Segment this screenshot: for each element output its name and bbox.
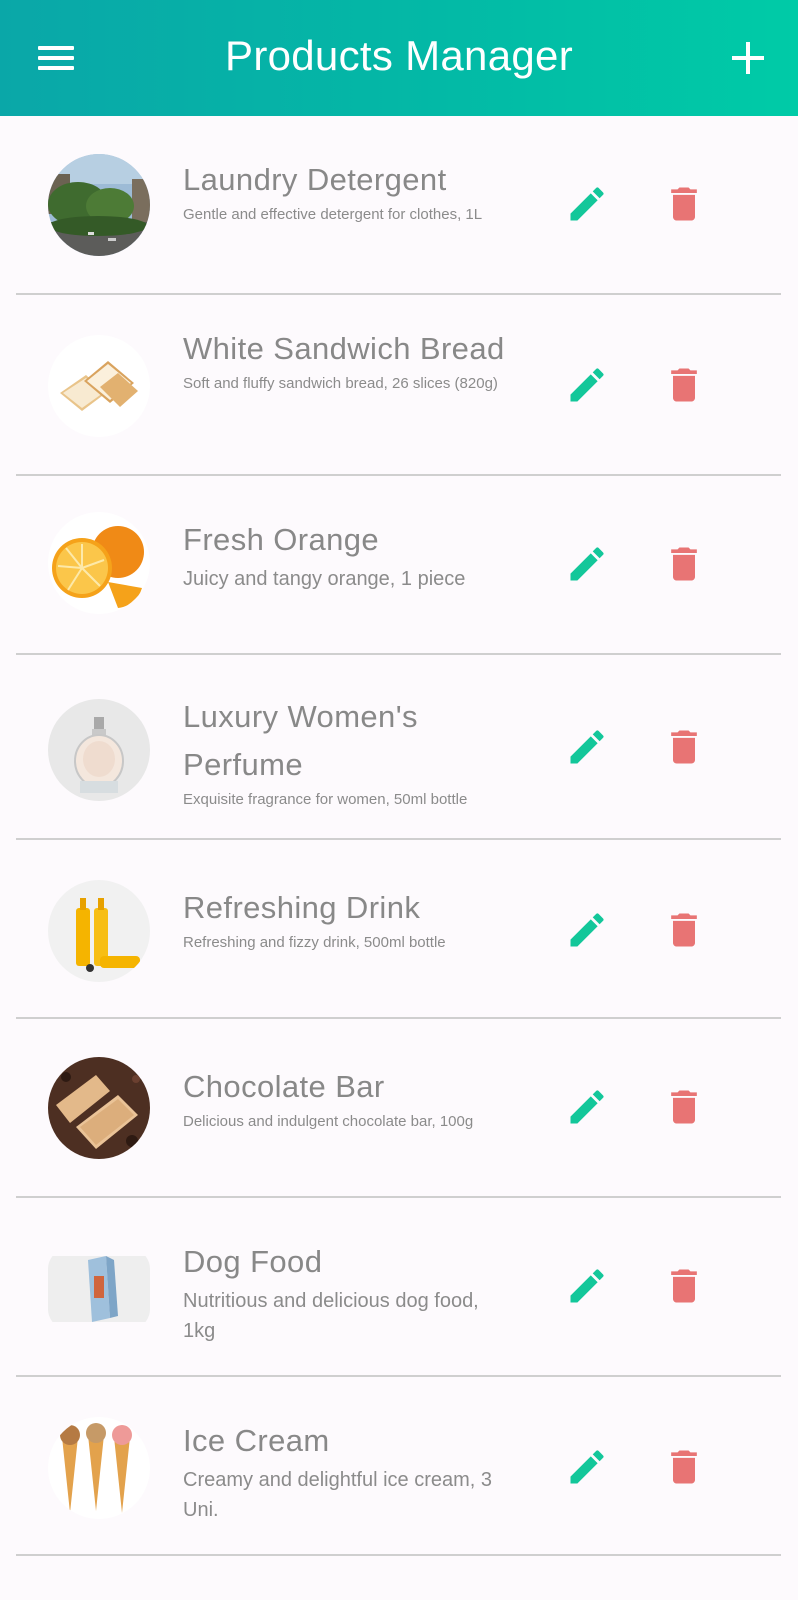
product-description: Exquisite fragrance for women, 50ml bott… [183, 791, 468, 808]
product-image [48, 880, 150, 982]
product-row: Laundry Detergent Gentle and effective d… [0, 116, 798, 295]
edit-pencil-icon[interactable] [565, 363, 609, 407]
product-description: Refreshing and fizzy drink, 500ml bottle [183, 934, 446, 951]
delete-trash-icon[interactable] [662, 363, 706, 407]
delete-trash-icon[interactable] [662, 182, 706, 226]
app-header: Products Manager [0, 0, 798, 116]
edit-pencil-icon[interactable] [565, 1085, 609, 1129]
product-description: Soft and fluffy sandwich bread, 26 slice… [183, 375, 498, 392]
product-image [48, 512, 150, 614]
delete-trash-icon[interactable] [662, 908, 706, 952]
edit-pencil-icon[interactable] [565, 182, 609, 226]
product-description: Nutritious and delicious dog food, 1kg [183, 1290, 479, 1342]
product-name: White Sandwich Bread [183, 331, 505, 366]
edit-pencil-icon[interactable] [565, 542, 609, 586]
product-name: Laundry Detergent [183, 162, 447, 197]
product-name: Ice Cream [183, 1423, 330, 1458]
product-description: Delicious and indulgent chocolate bar, 1… [183, 1113, 474, 1130]
page-title: Products Manager [225, 32, 573, 79]
product-description: Juicy and tangy orange, 1 piece [183, 568, 466, 590]
product-description: Gentle and effective detergent for cloth… [183, 206, 483, 223]
product-row: Fresh Orange Juicy and tangy orange, 1 p… [0, 476, 798, 655]
product-image [48, 1417, 150, 1519]
product-row: White Sandwich Bread Soft and fluffy san… [0, 295, 798, 476]
product-row: Refreshing Drink Refreshing and fizzy dr… [0, 840, 798, 1019]
product-name: Dog Food [183, 1244, 323, 1279]
product-row: Dog Food Nutritious and delicious dog fo… [0, 1198, 798, 1377]
hamburger-menu-icon[interactable] [36, 42, 76, 74]
delete-trash-icon[interactable] [662, 542, 706, 586]
row-divider [16, 1554, 781, 1556]
product-row: Chocolate Bar Delicious and indulgent ch… [0, 1019, 798, 1198]
product-row: Ice Cream Creamy and delightful ice crea… [0, 1377, 798, 1556]
product-description: Creamy and delightful ice cream, 3 Uni. [183, 1469, 493, 1521]
edit-pencil-icon[interactable] [565, 1445, 609, 1489]
delete-trash-icon[interactable] [662, 725, 706, 769]
edit-pencil-icon[interactable] [565, 908, 609, 952]
product-image [48, 154, 150, 256]
edit-pencil-icon[interactable] [565, 725, 609, 769]
product-image [48, 1238, 150, 1340]
edit-pencil-icon[interactable] [565, 1264, 609, 1308]
product-image [48, 1057, 150, 1159]
product-image [48, 335, 150, 437]
delete-trash-icon[interactable] [662, 1264, 706, 1308]
product-row: Luxury Women's Perfume Exquisite fragran… [0, 655, 798, 840]
delete-trash-icon[interactable] [662, 1445, 706, 1489]
product-name: Fresh Orange [183, 522, 380, 557]
plus-icon[interactable] [728, 38, 768, 78]
product-name: Refreshing Drink [183, 890, 421, 925]
delete-trash-icon[interactable] [662, 1085, 706, 1129]
product-name: Chocolate Bar [183, 1069, 385, 1104]
product-image [48, 699, 150, 801]
product-name: Luxury Women's Perfume [183, 699, 418, 782]
